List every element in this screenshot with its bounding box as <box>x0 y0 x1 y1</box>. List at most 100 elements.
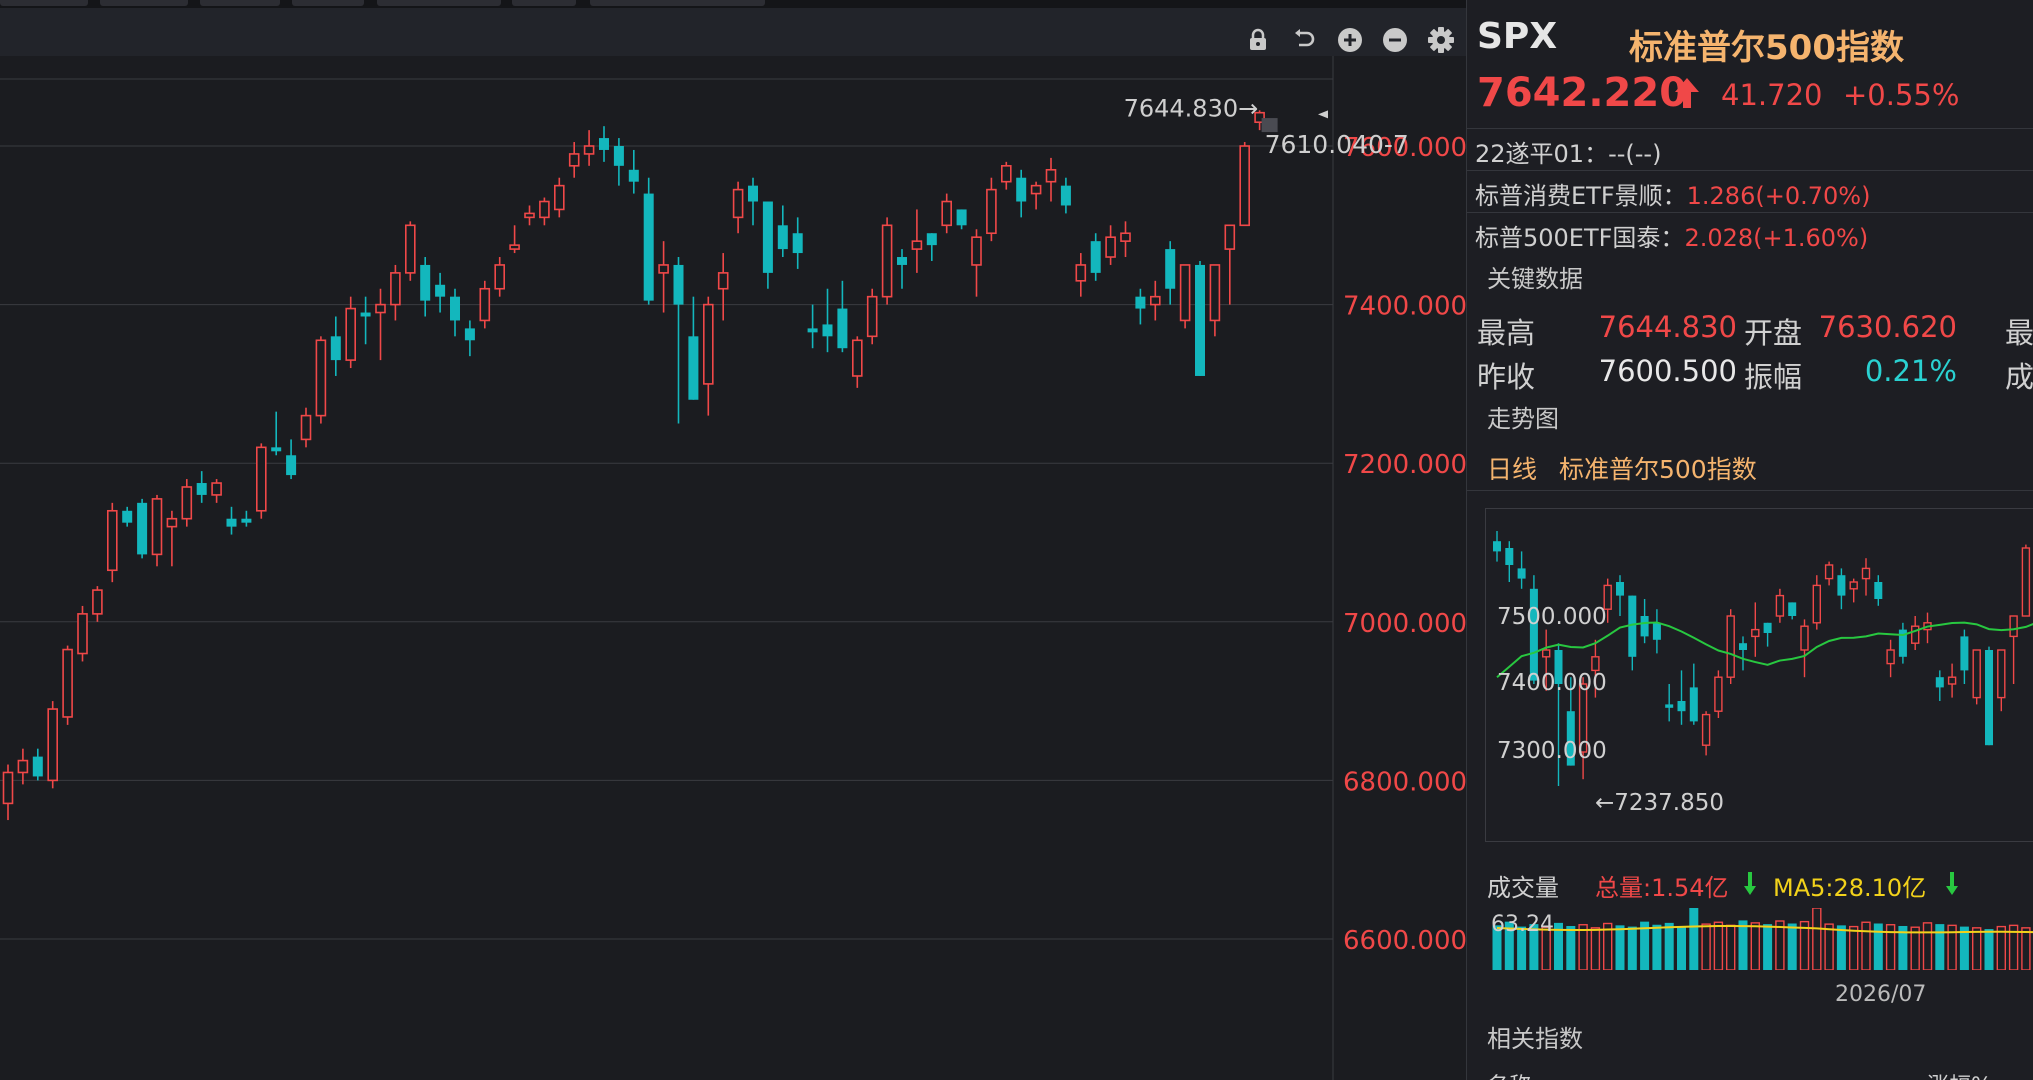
candle-body <box>1150 295 1161 306</box>
related-quote-row[interactable]: 标普500ETF国泰：2.028(+1.60%) <box>1475 218 1868 253</box>
top-tab[interactable] <box>200 0 280 6</box>
candle-body <box>762 201 773 273</box>
candle-body <box>1060 185 1071 206</box>
candle-body <box>271 447 282 452</box>
top-tab[interactable] <box>512 0 576 6</box>
candle-body <box>971 236 982 266</box>
gear-icon[interactable] <box>1427 26 1455 54</box>
divider <box>1467 212 2033 213</box>
candle-body <box>956 209 967 226</box>
trend-period-tab[interactable]: 日线 <box>1487 450 1537 486</box>
undo-icon[interactable] <box>1290 26 1318 54</box>
candle-body <box>613 146 624 166</box>
candle-body <box>464 328 475 341</box>
volume-bar <box>1590 927 1601 970</box>
mini-candle-body <box>1824 564 1834 580</box>
mini-candle-body <box>1960 636 1969 671</box>
candle-body <box>77 613 88 655</box>
quote-panel: SPX 标准普尔500指数 7642.220 41.720 +0.55% 22遂… <box>1466 0 2033 1080</box>
mini-candle-body <box>1775 594 1785 617</box>
candle-body <box>1239 145 1250 227</box>
related-index-col-change: 涨幅% <box>1927 1068 1992 1080</box>
top-tab[interactable] <box>100 0 188 6</box>
zoom-in-icon[interactable] <box>1336 26 1364 54</box>
volume-bar <box>1984 929 1994 970</box>
y-axis-label: 7000.000 <box>1343 609 1466 639</box>
volume-bar <box>1677 925 1686 970</box>
mini-candle-body <box>1911 625 1920 644</box>
volume-mini-chart[interactable] <box>1485 908 2033 970</box>
candle-body <box>181 486 193 520</box>
y-axis-label: 6600.000 <box>1343 926 1466 956</box>
down-arrow-icon <box>1945 870 1959 900</box>
candle-body <box>926 233 937 246</box>
mini-candle-body <box>1935 677 1944 688</box>
volume-max-label: 63.24 <box>1491 912 1554 937</box>
candle-body <box>837 308 848 349</box>
volume-bar <box>1578 924 1588 970</box>
volume-bar <box>1689 908 1699 970</box>
zoom-out-icon[interactable] <box>1381 26 1409 54</box>
candle-body <box>1195 264 1205 376</box>
volume-bar <box>1873 923 1883 970</box>
divider <box>1467 170 2033 171</box>
related-quote-value: 1.286(+0.70%) <box>1686 182 1871 210</box>
candle-body <box>702 303 714 385</box>
candle-body <box>330 336 341 361</box>
candle-body <box>62 648 73 718</box>
candle-body <box>539 200 550 219</box>
last-price-pointer-icon <box>1318 110 1328 119</box>
volume-bar <box>1775 920 1785 970</box>
candle-body <box>1165 249 1176 289</box>
candle-body <box>92 589 103 615</box>
volume-bar <box>1652 924 1662 970</box>
top-tab[interactable] <box>292 0 364 6</box>
volume-bar <box>1972 927 1982 970</box>
candle-body <box>792 233 803 254</box>
candle-body <box>1075 264 1087 282</box>
trend-y-label: 7400.000 <box>1497 670 1607 696</box>
last-marker: 7610.040-7 <box>1265 130 1409 159</box>
key-data-value: 7644.830 <box>1598 310 1737 344</box>
key-data-label: 最 <box>2005 316 2033 350</box>
quote-change: 41.720 <box>1721 78 1823 112</box>
related-quote-row[interactable]: 22遂平01：--(--) <box>1475 134 1661 169</box>
candle-body <box>1000 165 1012 183</box>
related-quote-row[interactable]: 标普消费ETF景顺：1.286(+0.70%) <box>1475 176 1870 211</box>
candle-body <box>345 307 357 361</box>
quote-change-pct: +0.55% <box>1843 78 1960 112</box>
mini-candle-body <box>1505 548 1514 565</box>
candle-body <box>553 184 565 211</box>
y-axis-label: 7400.000 <box>1343 292 1466 322</box>
trend-y-label: 7500.000 <box>1497 604 1607 630</box>
candle-body <box>583 145 595 155</box>
candle-body <box>300 414 312 441</box>
candlestick-chart[interactable]: 7600.000 7400.000 7200.000 7000.000 6800.000… <box>0 56 1466 1080</box>
volume-date-label: 2026/07 <box>1835 982 1927 1007</box>
mini-candle-body <box>1985 650 1993 746</box>
volume-bar <box>1935 924 1945 970</box>
volume-bar <box>1849 925 1859 970</box>
volume-bar <box>1996 925 2006 970</box>
mini-candle-body <box>1861 567 1871 580</box>
lock-icon[interactable] <box>1244 26 1272 54</box>
candle-body <box>881 224 893 298</box>
candle-body <box>479 287 491 322</box>
chart-toolbar <box>0 8 1466 56</box>
down-arrow-icon <box>1743 870 1757 900</box>
candle-body <box>748 185 758 202</box>
mini-candle-body <box>1665 704 1674 708</box>
top-tab[interactable] <box>377 0 501 6</box>
candle-body <box>137 502 148 555</box>
mini-candle-body <box>1788 602 1797 616</box>
candle-body <box>1090 241 1101 273</box>
top-tab[interactable] <box>590 0 765 6</box>
volume-bar <box>1763 924 1773 970</box>
mini-candle-body <box>1837 575 1846 596</box>
top-tab[interactable] <box>0 0 88 6</box>
quote-price: 7642.220 <box>1477 70 1688 116</box>
volume-label: 成交量 <box>1487 874 1559 902</box>
quote-name: 标准普尔500指数 <box>1629 28 1904 68</box>
candle-body <box>494 264 506 290</box>
volume-bar <box>2021 927 2031 970</box>
